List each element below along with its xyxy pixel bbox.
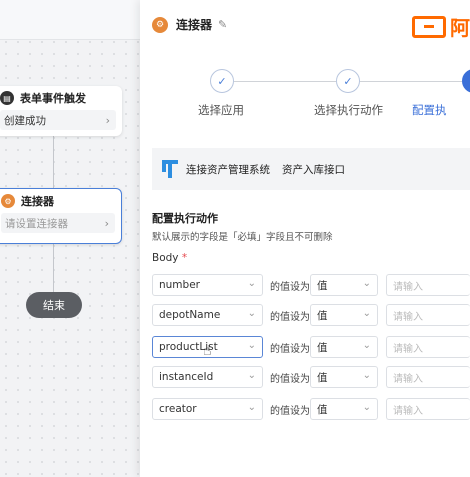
node-config-text: 请设置连接器 xyxy=(5,217,68,230)
assign-label: 的值设为 xyxy=(270,312,310,323)
logo-mark xyxy=(412,15,446,38)
value-input-placeholder: 请输入 xyxy=(393,343,423,355)
brand-logo: 阿 xyxy=(412,12,470,41)
value-input-placeholder: 请输入 xyxy=(393,281,423,293)
connector-node[interactable]: ⚙ 连接器 请设置连接器 › xyxy=(0,188,122,244)
assign-label: 的值设为 xyxy=(270,374,310,385)
field-select-value: instanceId xyxy=(159,371,214,383)
connector-line xyxy=(53,136,54,188)
form-icon: ▤ xyxy=(0,91,14,105)
node-title: 连接器 xyxy=(21,195,54,208)
value-input[interactable]: 请输入 xyxy=(386,304,470,326)
step-1-label[interactable]: 选择应用 xyxy=(198,102,244,118)
node-header: ⚙ 连接器 xyxy=(0,189,121,213)
chevron-down-icon: ⌄ xyxy=(362,278,371,289)
value-type-value: 值 xyxy=(317,279,328,292)
value-input[interactable]: 请输入 xyxy=(386,398,470,420)
connector-api: 资产入库接口 xyxy=(282,163,345,176)
node-config-text: 创建成功 xyxy=(4,114,46,127)
node-config[interactable]: 请设置连接器 › xyxy=(1,213,115,233)
connector-line xyxy=(53,244,54,292)
end-node[interactable]: 结束 xyxy=(26,292,82,318)
field-select-value: creator xyxy=(159,403,197,415)
value-input-placeholder: 请输入 xyxy=(393,311,423,323)
field-row: instanceId ⌄ 的值设为值 ⌄ 请输入 xyxy=(152,366,470,388)
system-logo-icon xyxy=(162,160,178,178)
required-mark: * xyxy=(181,252,188,264)
assign-label: 的值设为 xyxy=(270,344,310,355)
body-label-text: Body xyxy=(152,252,179,264)
field-select[interactable]: number ⌄ xyxy=(152,274,263,296)
field-select[interactable]: productList ⌄ ☝ xyxy=(152,336,263,359)
value-type-value: 值 xyxy=(317,341,328,354)
field-row: number ⌄ 的值设为值 ⌄ 请输入 xyxy=(152,274,470,296)
field-select-value: depotName xyxy=(159,309,221,321)
value-type-select[interactable]: 值 ⌄ xyxy=(310,274,378,296)
step-2-label[interactable]: 选择执行动作 xyxy=(314,102,383,118)
value-input[interactable]: 请输入 xyxy=(386,336,470,358)
chevron-down-icon: ⌄ xyxy=(362,370,371,381)
connector-icon: ⚙ xyxy=(152,16,168,33)
value-input[interactable]: 请输入 xyxy=(386,366,470,388)
node-header: ▤ 表单事件触发 xyxy=(0,86,122,110)
flow-canvas[interactable]: ▤ 表单事件触发 创建成功 › ⚙ 连接器 请设置连接器 › 结束 xyxy=(0,0,140,477)
connector-system: 连接资产管理系统 xyxy=(186,163,270,176)
section-title: 配置执行动作 xyxy=(152,212,218,225)
chevron-right-icon: › xyxy=(104,216,109,230)
chevron-down-icon: ⌄ xyxy=(362,402,371,413)
assign-label: 的值设为 xyxy=(270,406,310,417)
step-connector xyxy=(234,81,336,82)
field-select-value: number xyxy=(159,279,200,291)
config-panel: ⚙ 连接器 ✎ 阿 ✓ ✓ 3 选择应用 选择执行动作 配置执 连接资产管理系统… xyxy=(140,0,470,477)
step-3-indicator[interactable]: 3 xyxy=(462,69,470,93)
field-select[interactable]: instanceId ⌄ xyxy=(152,366,263,388)
canvas-toolbar xyxy=(0,0,140,40)
chevron-down-icon: ⌄ xyxy=(247,340,256,351)
value-type-value: 值 xyxy=(317,371,328,384)
connector-icon: ⚙ xyxy=(1,194,15,208)
node-config[interactable]: 创建成功 › xyxy=(0,110,116,130)
chevron-down-icon: ⌄ xyxy=(247,278,256,289)
panel-title: ⚙ 连接器 ✎ xyxy=(152,16,227,33)
value-type-select[interactable]: 值 ⌄ xyxy=(310,304,378,326)
step-connector xyxy=(360,81,462,82)
field-row: productList ⌄ ☝ 的值设为值 ⌄ 请输入 xyxy=(152,336,470,359)
value-type-value: 值 xyxy=(317,309,328,322)
edit-icon[interactable]: ✎ xyxy=(218,18,227,31)
field-row: creator ⌄ 的值设为值 ⌄ 请输入 xyxy=(152,398,470,420)
value-input[interactable]: 请输入 xyxy=(386,274,470,296)
step-1-check-icon[interactable]: ✓ xyxy=(210,69,234,93)
field-select[interactable]: creator ⌄ xyxy=(152,398,263,420)
selected-connector: 连接资产管理系统 资产入库接口 xyxy=(152,148,470,190)
step-2-check-icon[interactable]: ✓ xyxy=(336,69,360,93)
trigger-node[interactable]: ▤ 表单事件触发 创建成功 › xyxy=(0,86,122,136)
panel-title-text: 连接器 xyxy=(176,18,213,32)
chevron-right-icon: › xyxy=(105,113,110,127)
chevron-down-icon: ⌄ xyxy=(362,340,371,351)
field-row: depotName ⌄ 的值设为值 ⌄ 请输入 xyxy=(152,304,470,326)
node-title: 表单事件触发 xyxy=(20,92,86,105)
chevron-down-icon: ⌄ xyxy=(362,308,371,319)
value-input-placeholder: 请输入 xyxy=(393,373,423,385)
field-select[interactable]: depotName ⌄ xyxy=(152,304,263,326)
value-type-select[interactable]: 值 ⌄ xyxy=(310,398,378,420)
value-type-value: 值 xyxy=(317,403,328,416)
value-type-select[interactable]: 值 ⌄ xyxy=(310,366,378,388)
value-input-placeholder: 请输入 xyxy=(393,405,423,417)
body-label: Body * xyxy=(152,252,187,264)
section-description: 默认展示的字段是「必填」字段且不可删除 xyxy=(152,232,333,243)
chevron-down-icon: ⌄ xyxy=(247,402,256,413)
step-3-label[interactable]: 配置执 xyxy=(412,102,447,118)
hand-cursor-icon: ☝ xyxy=(203,343,212,359)
assign-label: 的值设为 xyxy=(270,282,310,293)
value-type-select[interactable]: 值 ⌄ xyxy=(310,336,378,358)
chevron-down-icon: ⌄ xyxy=(247,370,256,381)
stepper: ✓ ✓ 3 选择应用 选择执行动作 配置执 xyxy=(140,68,470,118)
logo-text: 阿 xyxy=(450,16,470,40)
chevron-down-icon: ⌄ xyxy=(247,308,256,319)
